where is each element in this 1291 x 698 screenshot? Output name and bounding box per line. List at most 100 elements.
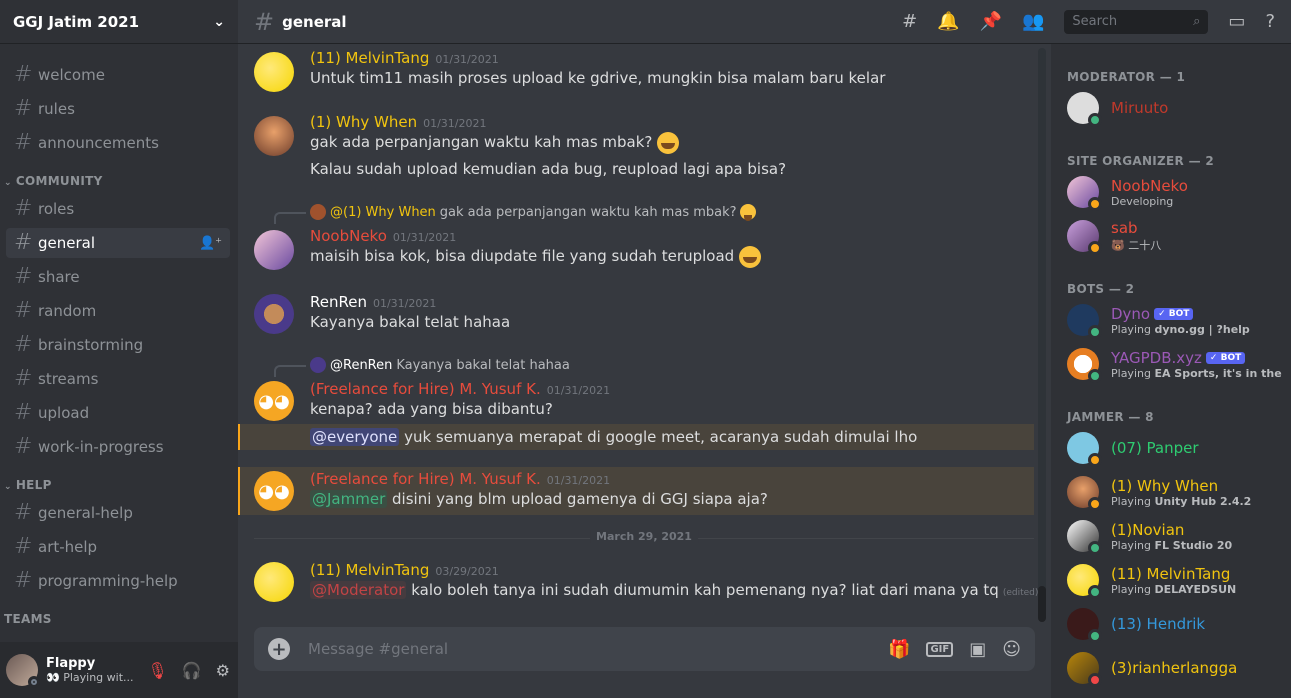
member-item[interactable]: YAGPDB.xyz ✓ BOT Playing EA Sports, it's i… (1067, 344, 1283, 384)
reply-text: Kayanya bakal telat hahaa (396, 357, 570, 373)
status-online-icon (1088, 541, 1102, 555)
avatar (1067, 432, 1102, 467)
threads-icon[interactable]: # (902, 11, 917, 32)
message-timestamp: 01/31/2021 (546, 474, 611, 487)
member-item[interactable]: (13) Hendrik (1067, 604, 1283, 644)
channel-roles[interactable]: # roles (6, 194, 230, 224)
message-timestamp: 01/31/2021 (435, 53, 499, 66)
bot-badge: ✓ BOT (1205, 352, 1246, 364)
message-author[interactable]: RenRen (310, 293, 367, 311)
mention-role[interactable]: @Jammer (310, 490, 388, 508)
emoji-icon[interactable]: ☺ (1002, 639, 1021, 660)
member-item[interactable]: (3)rianherlangga (1067, 648, 1283, 688)
gift-icon[interactable]: 🎁 (888, 639, 910, 660)
message-text: @Jammer disini yang blm upload gamenya d… (310, 490, 768, 508)
channel-share[interactable]: # share (6, 262, 230, 292)
mention-role[interactable]: @Moderator (310, 581, 407, 599)
category-teams[interactable]: TEAMS (0, 602, 238, 630)
avatar (1067, 348, 1102, 383)
scrollbar-track[interactable] (1038, 48, 1046, 610)
avatar[interactable] (254, 230, 294, 270)
message-author[interactable]: (11) MelvinTang (310, 561, 429, 579)
avatar[interactable] (254, 52, 294, 92)
gear-icon[interactable]: ⚙ (216, 661, 230, 680)
status-online-icon (1088, 585, 1102, 599)
channel-general[interactable]: # general 👤⁺ (6, 228, 230, 258)
channel-announcements[interactable]: # announcements (6, 128, 230, 158)
member-status: Playing FL Studio 20 (1111, 538, 1233, 552)
channel-rules[interactable]: # rules (6, 94, 230, 124)
add-user-icon[interactable]: 👤⁺ (199, 236, 222, 251)
mention-everyone[interactable]: @everyone (310, 428, 400, 446)
reply-preview[interactable]: @(1) Why When gak ada perpanjangan waktu… (274, 204, 756, 224)
message-input[interactable]: Message #general (308, 640, 448, 658)
status-idle-icon (1088, 197, 1102, 211)
avatar[interactable]: ◕◕ (254, 381, 294, 421)
headphones-icon[interactable]: 🎧 (182, 661, 202, 680)
user-name: Flappy (46, 656, 96, 671)
hash-icon: # (14, 264, 33, 289)
bot-badge: ✓ BOT (1154, 308, 1194, 320)
avatar (1067, 304, 1102, 339)
message-timestamp: 01/31/2021 (546, 384, 611, 397)
reply-preview[interactable]: @RenRen Kayanya bakal telat hahaa (274, 357, 570, 377)
avatar (310, 357, 326, 373)
channel-programming-help[interactable]: # programming-help (6, 566, 230, 596)
message-author[interactable]: (1) Why When (310, 113, 417, 131)
avatar[interactable] (254, 116, 294, 156)
category-help[interactable]: ⌄ HELP (0, 468, 238, 496)
channel-work-in-progress[interactable]: # work-in-progress (6, 432, 230, 462)
avatar[interactable] (254, 294, 294, 334)
gif-button[interactable]: GIF (926, 641, 954, 657)
help-icon[interactable]: ? (1265, 11, 1275, 32)
member-item[interactable]: sab 🐻 二十八 (1067, 216, 1283, 256)
hash-icon: # (14, 62, 33, 87)
channel-upload[interactable]: # upload (6, 398, 230, 428)
message-composer[interactable]: + Message #general 🎁 GIF ▣ ☺ (254, 627, 1035, 671)
inbox-icon[interactable]: ▭ (1228, 11, 1245, 32)
message-timestamp: 01/31/2021 (392, 231, 457, 244)
channel-header: # general # 🔔 📌 👥 Search ⌕ ▭ ? (238, 0, 1291, 44)
hash-icon: # (14, 332, 33, 357)
member-name: (1) Why When (1111, 476, 1219, 495)
plus-icon[interactable]: + (268, 638, 290, 660)
members-icon[interactable]: 👥 (1022, 11, 1044, 32)
bell-icon[interactable]: 🔔 (937, 11, 959, 32)
category-community[interactable]: ⌄ COMMUNITY (0, 164, 238, 192)
search-input[interactable]: Search ⌕ (1064, 9, 1209, 34)
message-author[interactable]: NoobNeko (310, 227, 387, 245)
status-idle-icon (1088, 497, 1102, 511)
member-item[interactable]: Dyno ✓ BOT Playing dyno.gg | ?help (1067, 300, 1283, 340)
avatar[interactable] (6, 654, 40, 688)
mute-icon[interactable]: 🎙 (147, 661, 167, 680)
channel-general-help[interactable]: # general-help (6, 498, 230, 528)
server-name: GGJ Jatim 2021 (13, 12, 140, 31)
hash-icon: # (14, 400, 33, 425)
server-header[interactable]: GGJ Jatim 2021 ⌄ (0, 0, 238, 44)
status-idle-icon (1088, 241, 1102, 255)
member-item[interactable]: (07) Panper (1067, 428, 1283, 468)
channel-random[interactable]: # random (6, 296, 230, 326)
message-text: Kayanya bakal telat hahaa (310, 313, 511, 331)
member-category: SITE ORGANIZER — 2 (1067, 154, 1214, 168)
pin-icon[interactable]: 📌 (980, 11, 1002, 32)
message-author[interactable]: (Freelance for Hire) M. Yusuf K. (310, 470, 541, 488)
member-item[interactable]: NoobNeko Developing (1067, 172, 1283, 212)
member-item[interactable]: (1)Novian Playing FL Studio 20 (1067, 516, 1283, 556)
message-author[interactable]: (Freelance for Hire) M. Yusuf K. (310, 380, 541, 398)
channel-brainstorming[interactable]: # brainstorming (6, 330, 230, 360)
avatar[interactable] (254, 562, 294, 602)
avatar[interactable]: ◕◕ (254, 471, 294, 511)
message: (11) MelvinTang 03/29/2021 @Moderator kal… (238, 560, 1050, 604)
sticker-icon[interactable]: ▣ (969, 639, 986, 660)
channel-streams[interactable]: # streams (6, 364, 230, 394)
member-item[interactable]: (11) MelvinTang Playing DELAYEDSUN (1067, 560, 1283, 600)
member-status: Playing EA Sports, it's in the g... (1111, 366, 1283, 380)
scrollbar-thumb[interactable] (1038, 586, 1046, 622)
member-item[interactable]: Miruuto (1067, 88, 1283, 128)
channel-art-help[interactable]: # art-help (6, 532, 230, 562)
member-item[interactable]: (1) Why When Playing Unity Hub 2.4.2 (1067, 472, 1283, 512)
channel-welcome[interactable]: # welcome (6, 60, 230, 90)
message-author[interactable]: (11) MelvinTang (310, 49, 429, 67)
member-name: (13) Hendrik (1111, 615, 1206, 633)
